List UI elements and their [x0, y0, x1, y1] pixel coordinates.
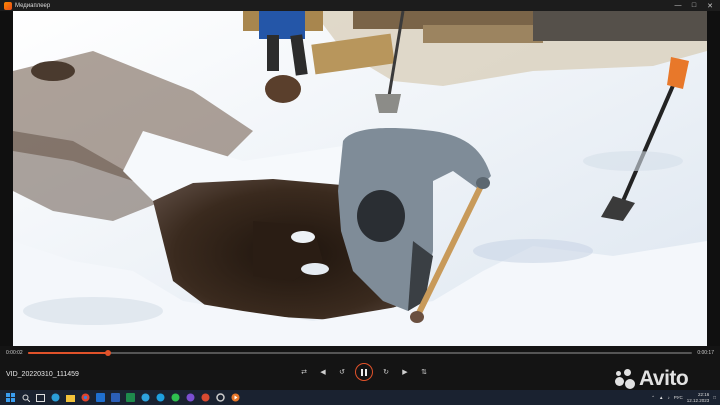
shuffle-icon[interactable]: ⇄	[298, 366, 310, 378]
rewind-10-icon[interactable]: ↺	[336, 366, 348, 378]
clock[interactable]: 22:16 12.12.2023	[687, 392, 710, 404]
maximize-icon[interactable]: □	[686, 0, 702, 11]
person-jeans	[259, 11, 305, 39]
close-icon[interactable]: ✕	[702, 0, 718, 11]
worker-hat	[357, 190, 405, 242]
browser-icon[interactable]	[201, 393, 210, 402]
word-icon[interactable]	[111, 393, 120, 402]
outlook-icon[interactable]	[96, 393, 105, 402]
wood-board	[423, 25, 543, 43]
input-language[interactable]: РУС	[674, 395, 683, 400]
building-wall	[533, 11, 707, 41]
viber-icon[interactable]	[186, 393, 195, 402]
forward-30-icon[interactable]: ↻	[380, 366, 392, 378]
snow-chunk	[291, 231, 315, 243]
window-title: Медиаплеер	[15, 2, 51, 9]
snow-shadow	[583, 151, 683, 171]
notifications-icon[interactable]: □	[713, 395, 716, 400]
task-view-icon[interactable]	[36, 393, 45, 402]
video-frame[interactable]	[13, 11, 707, 346]
edge-icon[interactable]	[51, 393, 60, 402]
minimize-icon[interactable]: —	[670, 0, 686, 11]
media-player-icon[interactable]	[231, 393, 240, 402]
chevron-up-icon[interactable]: ⌃	[651, 395, 655, 401]
avito-watermark: Avito	[614, 366, 689, 392]
skype-icon[interactable]	[156, 393, 165, 402]
next-icon[interactable]: ▶	[399, 366, 411, 378]
search-icon[interactable]	[21, 393, 30, 402]
snow-chunk	[301, 263, 329, 275]
excel-icon[interactable]	[126, 393, 135, 402]
transport-controls: ⇄ ◀ ↺ ↻ ▶ ⇅	[298, 363, 430, 381]
video-scene	[13, 11, 707, 346]
seek-thumb[interactable]	[104, 350, 111, 356]
system-tray: ⌃ ▲ ♪ РУС 22:16 12.12.2023 □	[651, 390, 716, 405]
total-time: 0:00:17	[697, 350, 714, 356]
shovel-blade	[375, 94, 401, 113]
dirt-clod	[265, 75, 301, 103]
app-icon	[4, 1, 12, 10]
worker-glove	[410, 311, 424, 323]
seek-progress	[28, 352, 108, 354]
current-time: 0:00:02	[6, 350, 23, 356]
windows-start-icon[interactable]	[6, 393, 15, 402]
seek-bar[interactable]	[28, 350, 692, 356]
previous-icon[interactable]: ◀	[317, 366, 329, 378]
snow-shadow	[473, 239, 593, 263]
title-bar: Медиаплеер — □ ✕	[0, 0, 720, 11]
dirt-clod	[31, 61, 75, 81]
media-player-window: Медиаплеер — □ ✕ 0:00:02 0:00:17 VID_202…	[0, 0, 720, 405]
file-name: VID_20220310_111459	[6, 371, 79, 378]
pause-icon	[361, 368, 367, 376]
whatsapp-icon[interactable]	[171, 393, 180, 402]
person-boot	[267, 35, 279, 71]
settings-icon[interactable]	[216, 393, 225, 402]
network-icon[interactable]: ▲	[659, 395, 663, 400]
worker-glove	[476, 177, 490, 189]
volume-icon[interactable]: ♪	[667, 395, 669, 400]
pause-button[interactable]	[355, 363, 373, 381]
player-controls: 0:00:02 0:00:17 VID_20220310_111459 ⇄ ◀ …	[0, 346, 720, 390]
avito-wordmark: Avito	[639, 367, 689, 390]
snow-shadow	[23, 297, 163, 325]
taskbar: ⌃ ▲ ♪ РУС 22:16 12.12.2023 □	[0, 390, 720, 405]
explorer-icon[interactable]	[66, 393, 75, 402]
window-controls: — □ ✕	[670, 0, 718, 11]
repeat-icon[interactable]: ⇅	[418, 366, 430, 378]
telegram-icon[interactable]	[141, 393, 150, 402]
clock-date: 12.12.2023	[686, 397, 710, 403]
avito-logo-icon	[614, 368, 636, 390]
chrome-icon[interactable]	[81, 393, 90, 402]
